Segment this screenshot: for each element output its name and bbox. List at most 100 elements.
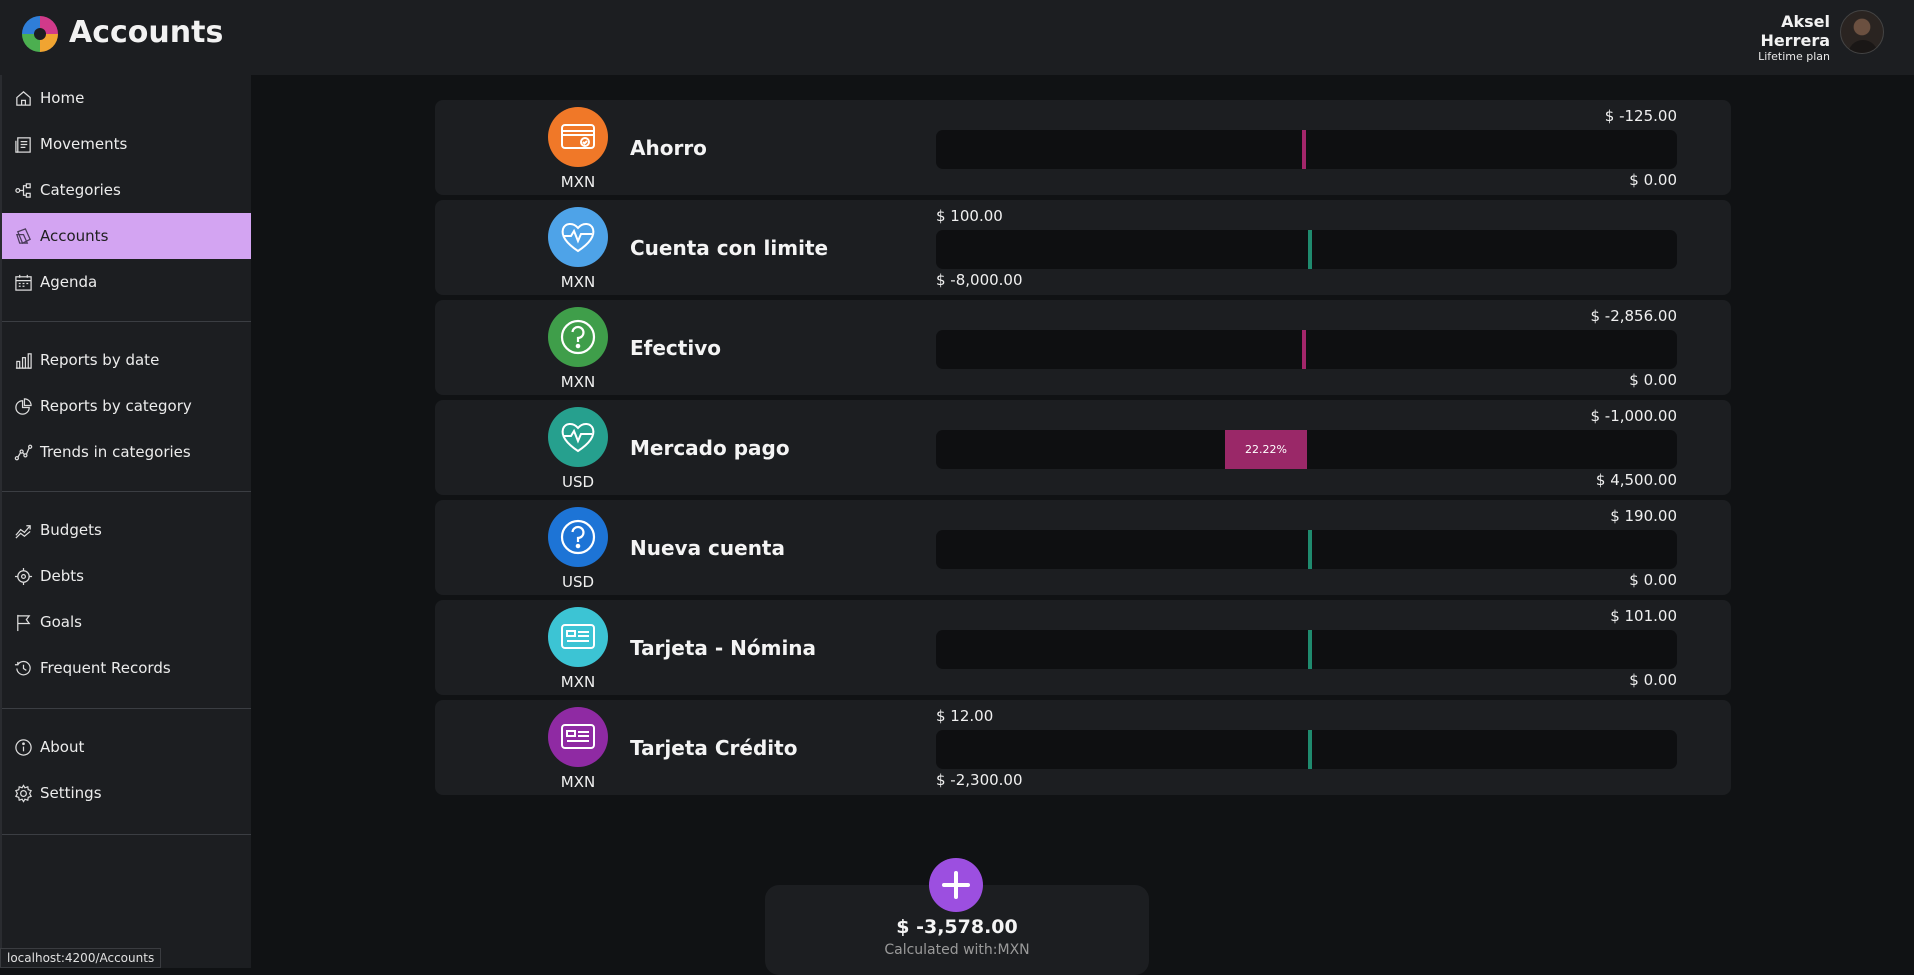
chart-up-icon [15, 524, 31, 539]
sidebar-item-categories[interactable]: Categories [2, 167, 251, 213]
sidebar-item-agenda[interactable]: Agenda [2, 259, 251, 305]
account-bottom-value: $ 4,500.00 [1595, 471, 1677, 489]
sidebar-item-debts[interactable]: Debts [2, 553, 251, 599]
sidebar-divider [2, 708, 251, 709]
progress-marker [1308, 530, 1312, 569]
account-bottom-value: $ 0.00 [1629, 571, 1677, 589]
sidebar-item-about[interactable]: About [2, 724, 251, 770]
account-top-value: $ 190.00 [1610, 507, 1677, 525]
account-currency: USD [561, 473, 595, 491]
question-icon [548, 307, 608, 367]
calendar-icon [15, 274, 32, 291]
account-top-value: $ 100.00 [936, 207, 1003, 225]
account-progress-bar [936, 130, 1677, 169]
progress-marker [1302, 130, 1306, 169]
bar-chart-icon [15, 352, 32, 369]
account-currency: MXN [560, 773, 596, 791]
account-row[interactable]: MXN Cuenta con limite $ 100.00 $ -8,000.… [435, 200, 1731, 295]
account-name: Efectivo [630, 336, 721, 360]
sidebar-item-label: Agenda [40, 273, 98, 291]
account-name: Tarjeta - Nómina [630, 636, 817, 660]
history-icon [14, 660, 31, 675]
sidebar-item-trends-in-categories[interactable]: Trends in categories [2, 429, 251, 475]
trend-icon [14, 444, 33, 460]
sidebar-item-reports-by-category[interactable]: Reports by category [2, 383, 251, 429]
account-progress-bar [936, 230, 1677, 269]
account-row[interactable]: MXN Tarjeta Crédito $ 12.00 $ -2,300.00 [435, 700, 1731, 795]
sidebar-item-label: About [40, 738, 85, 756]
sidebar-item-label: Categories [40, 181, 121, 199]
app-logo-icon[interactable] [21, 15, 59, 53]
sidebar-item-home[interactable]: Home [2, 75, 251, 121]
avatar[interactable] [1840, 10, 1884, 54]
sidebar-item-frequent-records[interactable]: Frequent Records [2, 645, 251, 691]
account-row[interactable]: MXN Tarjeta - Nómina $ 101.00 $ 0.00 [435, 600, 1731, 695]
add-account-button[interactable] [929, 858, 983, 912]
sidebar-item-settings[interactable]: Settings [2, 770, 251, 816]
id-card-icon [548, 607, 608, 667]
account-currency: USD [561, 573, 595, 591]
sidebar-item-budgets[interactable]: Budgets [2, 507, 251, 553]
id-card-icon [548, 707, 608, 767]
calculated-currency: MXN [997, 942, 1030, 958]
sidebar-divider [2, 321, 251, 322]
top-bar: Accounts Aksel Herrera Lifetime plan [0, 0, 1914, 75]
sidebar-item-label: Reports by category [40, 397, 192, 415]
account-bottom-value: $ -2,300.00 [936, 771, 1023, 789]
home-icon [16, 90, 31, 106]
page-title: Accounts [69, 15, 224, 50]
account-bottom-value: $ 0.00 [1629, 371, 1677, 389]
gear-icon [15, 783, 32, 803]
sidebar-item-label: Settings [40, 784, 102, 802]
user-name[interactable]: Aksel Herrera [1760, 12, 1830, 50]
user-last-name: Herrera [1760, 31, 1830, 50]
account-row[interactable]: USD Mercado pago $ -1,000.00 22.22% $ 4,… [435, 400, 1731, 495]
sidebar-item-label: Debts [40, 567, 84, 585]
sidebar-item-movements[interactable]: Movements [2, 121, 251, 167]
account-row[interactable]: MXN Efectivo $ -2,856.00 $ 0.00 [435, 300, 1731, 395]
account-bottom-value: $ 0.00 [1629, 171, 1677, 189]
account-progress-bar [936, 330, 1677, 369]
progress-marker [1302, 330, 1306, 369]
target-icon [14, 567, 33, 585]
calculated-with-label: Calculated with: [884, 942, 998, 958]
account-progress-bar [936, 630, 1677, 669]
account-top-value: $ -2,856.00 [1590, 307, 1677, 325]
progress-fill: 22.22% [1225, 430, 1307, 469]
sidebar-item-label: Budgets [40, 521, 102, 539]
account-currency: MXN [560, 673, 596, 691]
account-progress-bar [936, 530, 1677, 569]
sidebar-divider [2, 834, 251, 835]
status-url: localhost:4200/Accounts [0, 948, 162, 968]
account-currency: MXN [560, 273, 596, 291]
progress-marker [1308, 630, 1312, 669]
calculated-with: Calculated with:MXN [765, 942, 1149, 958]
wallet-icon [15, 227, 31, 244]
card-icon [548, 107, 608, 167]
sidebar-item-reports-by-date[interactable]: Reports by date [2, 337, 251, 383]
sidebar-item-goals[interactable]: Goals [2, 599, 251, 645]
account-top-value: $ 101.00 [1610, 607, 1677, 625]
info-icon [15, 738, 32, 756]
account-top-value: $ -125.00 [1604, 107, 1677, 125]
heart-pulse-icon [548, 207, 608, 267]
sidebar-item-label: Home [40, 89, 85, 107]
sidebar-item-label: Goals [40, 613, 82, 631]
heart-pulse-icon [548, 407, 608, 467]
account-top-value: $ 12.00 [936, 707, 994, 725]
account-bottom-value: $ 0.00 [1629, 671, 1677, 689]
account-name: Mercado pago [630, 436, 790, 460]
sidebar-divider [2, 491, 251, 492]
progress-marker [1308, 230, 1312, 269]
sidebar-item-label: Movements [40, 135, 128, 153]
account-top-value: $ -1,000.00 [1590, 407, 1677, 425]
sidebar-item-accounts[interactable]: Accounts [2, 213, 251, 259]
account-currency: MXN [560, 373, 596, 391]
sidebar-item-label: Frequent Records [40, 659, 171, 677]
account-row[interactable]: USD Nueva cuenta $ 190.00 $ 0.00 [435, 500, 1731, 595]
flag-icon [17, 614, 31, 631]
account-row[interactable]: MXN Ahorro $ -125.00 $ 0.00 [435, 100, 1731, 195]
total-balance: $ -3,578.00 [896, 916, 1018, 938]
progress-marker [1308, 730, 1312, 769]
sidebar: Home Movements Categories Accounts Agend… [0, 75, 251, 968]
